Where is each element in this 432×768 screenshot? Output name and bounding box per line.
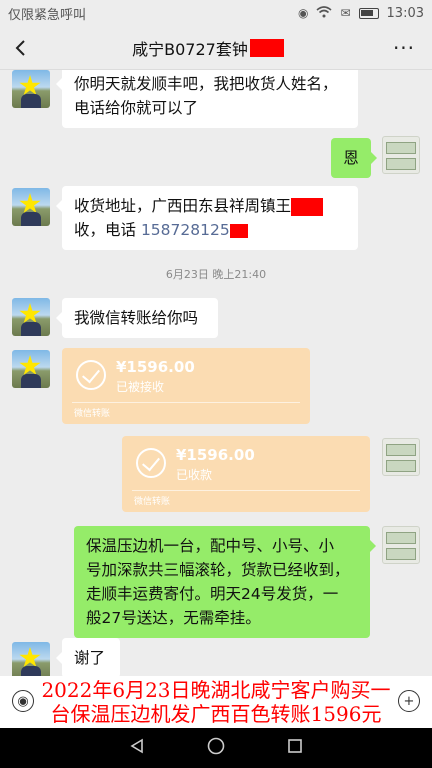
message-bubble[interactable]: 恩 (331, 138, 377, 178)
message-text-line: 般27号送达，无需牵挂。 (86, 609, 261, 627)
transfer-amount: ¥1596.00 (116, 358, 195, 376)
sim-icon: ✉ (340, 6, 351, 20)
transfer-source: 微信转账 (134, 497, 171, 507)
battery-icon (358, 7, 379, 19)
transfer-card[interactable]: ¥1596.00 已被接收 微信转账 (62, 348, 310, 424)
message-text-line: 收，电话 158728125 (74, 218, 346, 242)
message-text-line: 保温压边机一台，配中号、小号、小 (86, 537, 335, 555)
back-button[interactable] (0, 26, 40, 70)
message-text-line: 电话给你就可以了 (74, 99, 199, 117)
status-icons: ◉ ✉ 13:03 (298, 6, 424, 21)
transfer-status: 已被接收 (116, 380, 165, 394)
check-icon (76, 360, 106, 390)
caption-overlay: 2022年6月23日晚湖北咸宁客户购买一 台保温压边机发广西百色转账1596元 (0, 676, 432, 728)
nav-recents-icon[interactable] (287, 738, 303, 758)
message-text: 恩 (343, 149, 359, 167)
eye-comfort-icon: ◉ (297, 6, 309, 20)
contact-avatar[interactable] (12, 298, 50, 336)
redaction-box (229, 223, 248, 238)
message-text-line: 走顺丰运费寄付。明天24号发货，一 (86, 585, 339, 603)
message-text-line: 你明天就发顺丰吧，我把收货人姓名， (74, 75, 338, 93)
system-nav-bar (0, 728, 432, 768)
transfer-divider (132, 490, 360, 491)
chat-header: 咸宁B0727套钟 ··· (0, 26, 432, 70)
more-dots-icon: ··· (392, 35, 416, 60)
my-avatar[interactable] (382, 438, 420, 476)
message-bubble[interactable]: 你明天就发顺丰吧，我把收货人姓名， 电话给你就可以了 (56, 70, 358, 128)
message-bubble[interactable]: 收货地址，广西田东县祥周镇王 收，电话 158728125 (56, 186, 358, 250)
transfer-amount: ¥1596.00 (176, 446, 255, 464)
address-text-2: 收，电话 (74, 221, 141, 239)
nav-home-icon[interactable] (207, 737, 225, 759)
phone-link[interactable]: 158728125 (141, 221, 230, 239)
redaction-box (291, 197, 324, 216)
transfer-status: 已收款 (176, 468, 213, 482)
check-icon (136, 448, 166, 478)
chat-title-text: 咸宁B0727套钟 (132, 39, 248, 59)
transfer-source: 微信转账 (74, 409, 111, 419)
wifi-icon (316, 5, 332, 21)
carrier-text: 仅限紧急呼叫 (8, 7, 87, 23)
chevron-left-icon (15, 39, 25, 56)
redaction-box (249, 38, 284, 57)
nav-back-icon[interactable] (129, 738, 145, 758)
caption-line: 2022年6月23日晚湖北咸宁客户购买一 (41, 678, 391, 702)
my-avatar[interactable] (382, 136, 420, 174)
message-bubble[interactable]: 我微信转账给你吗 (56, 298, 218, 338)
message-bubble[interactable]: 谢了 (56, 638, 120, 678)
status-time: 13:03 (386, 5, 424, 21)
my-avatar[interactable] (382, 526, 420, 564)
contact-avatar[interactable] (12, 642, 50, 680)
message-text-line: 收货地址，广西田东县祥周镇王 (74, 194, 346, 218)
contact-avatar[interactable] (12, 188, 50, 226)
transfer-card[interactable]: ¥1596.00 已收款 微信转账 (122, 436, 370, 512)
message-text-line: 号加深款共三幅滚轮，货款已经收到， (86, 561, 350, 579)
status-bar: 仅限紧急呼叫 ◉ ✉ 13:03 (0, 0, 432, 26)
address-text: 收货地址，广西田东县祥周镇王 (74, 197, 292, 215)
message-text: 我微信转账给你吗 (74, 309, 199, 327)
caption-line: 台保温压边机发广西百色转账1596元 (50, 702, 382, 726)
add-icon[interactable]: + (398, 690, 420, 712)
message-bubble[interactable]: 保温压边机一台，配中号、小号、小 号加深款共三幅滚轮，货款已经收到， 走顺丰运费… (74, 526, 376, 638)
contact-avatar[interactable] (12, 350, 50, 388)
message-list[interactable]: 你明天就发顺丰吧，我把收货人姓名， 电话给你就可以了 恩 收货地址，广西田东县祥… (0, 70, 432, 690)
contact-avatar[interactable] (12, 70, 50, 108)
more-button[interactable]: ··· (376, 26, 432, 70)
message-text: 谢了 (74, 649, 106, 667)
chat-title: 咸宁B0727套钟 (40, 36, 376, 60)
transfer-divider (72, 402, 300, 403)
message-timestamp: 6月23日 晚上21:40 (165, 268, 267, 281)
voice-input-icon[interactable]: ◉ (12, 690, 34, 712)
